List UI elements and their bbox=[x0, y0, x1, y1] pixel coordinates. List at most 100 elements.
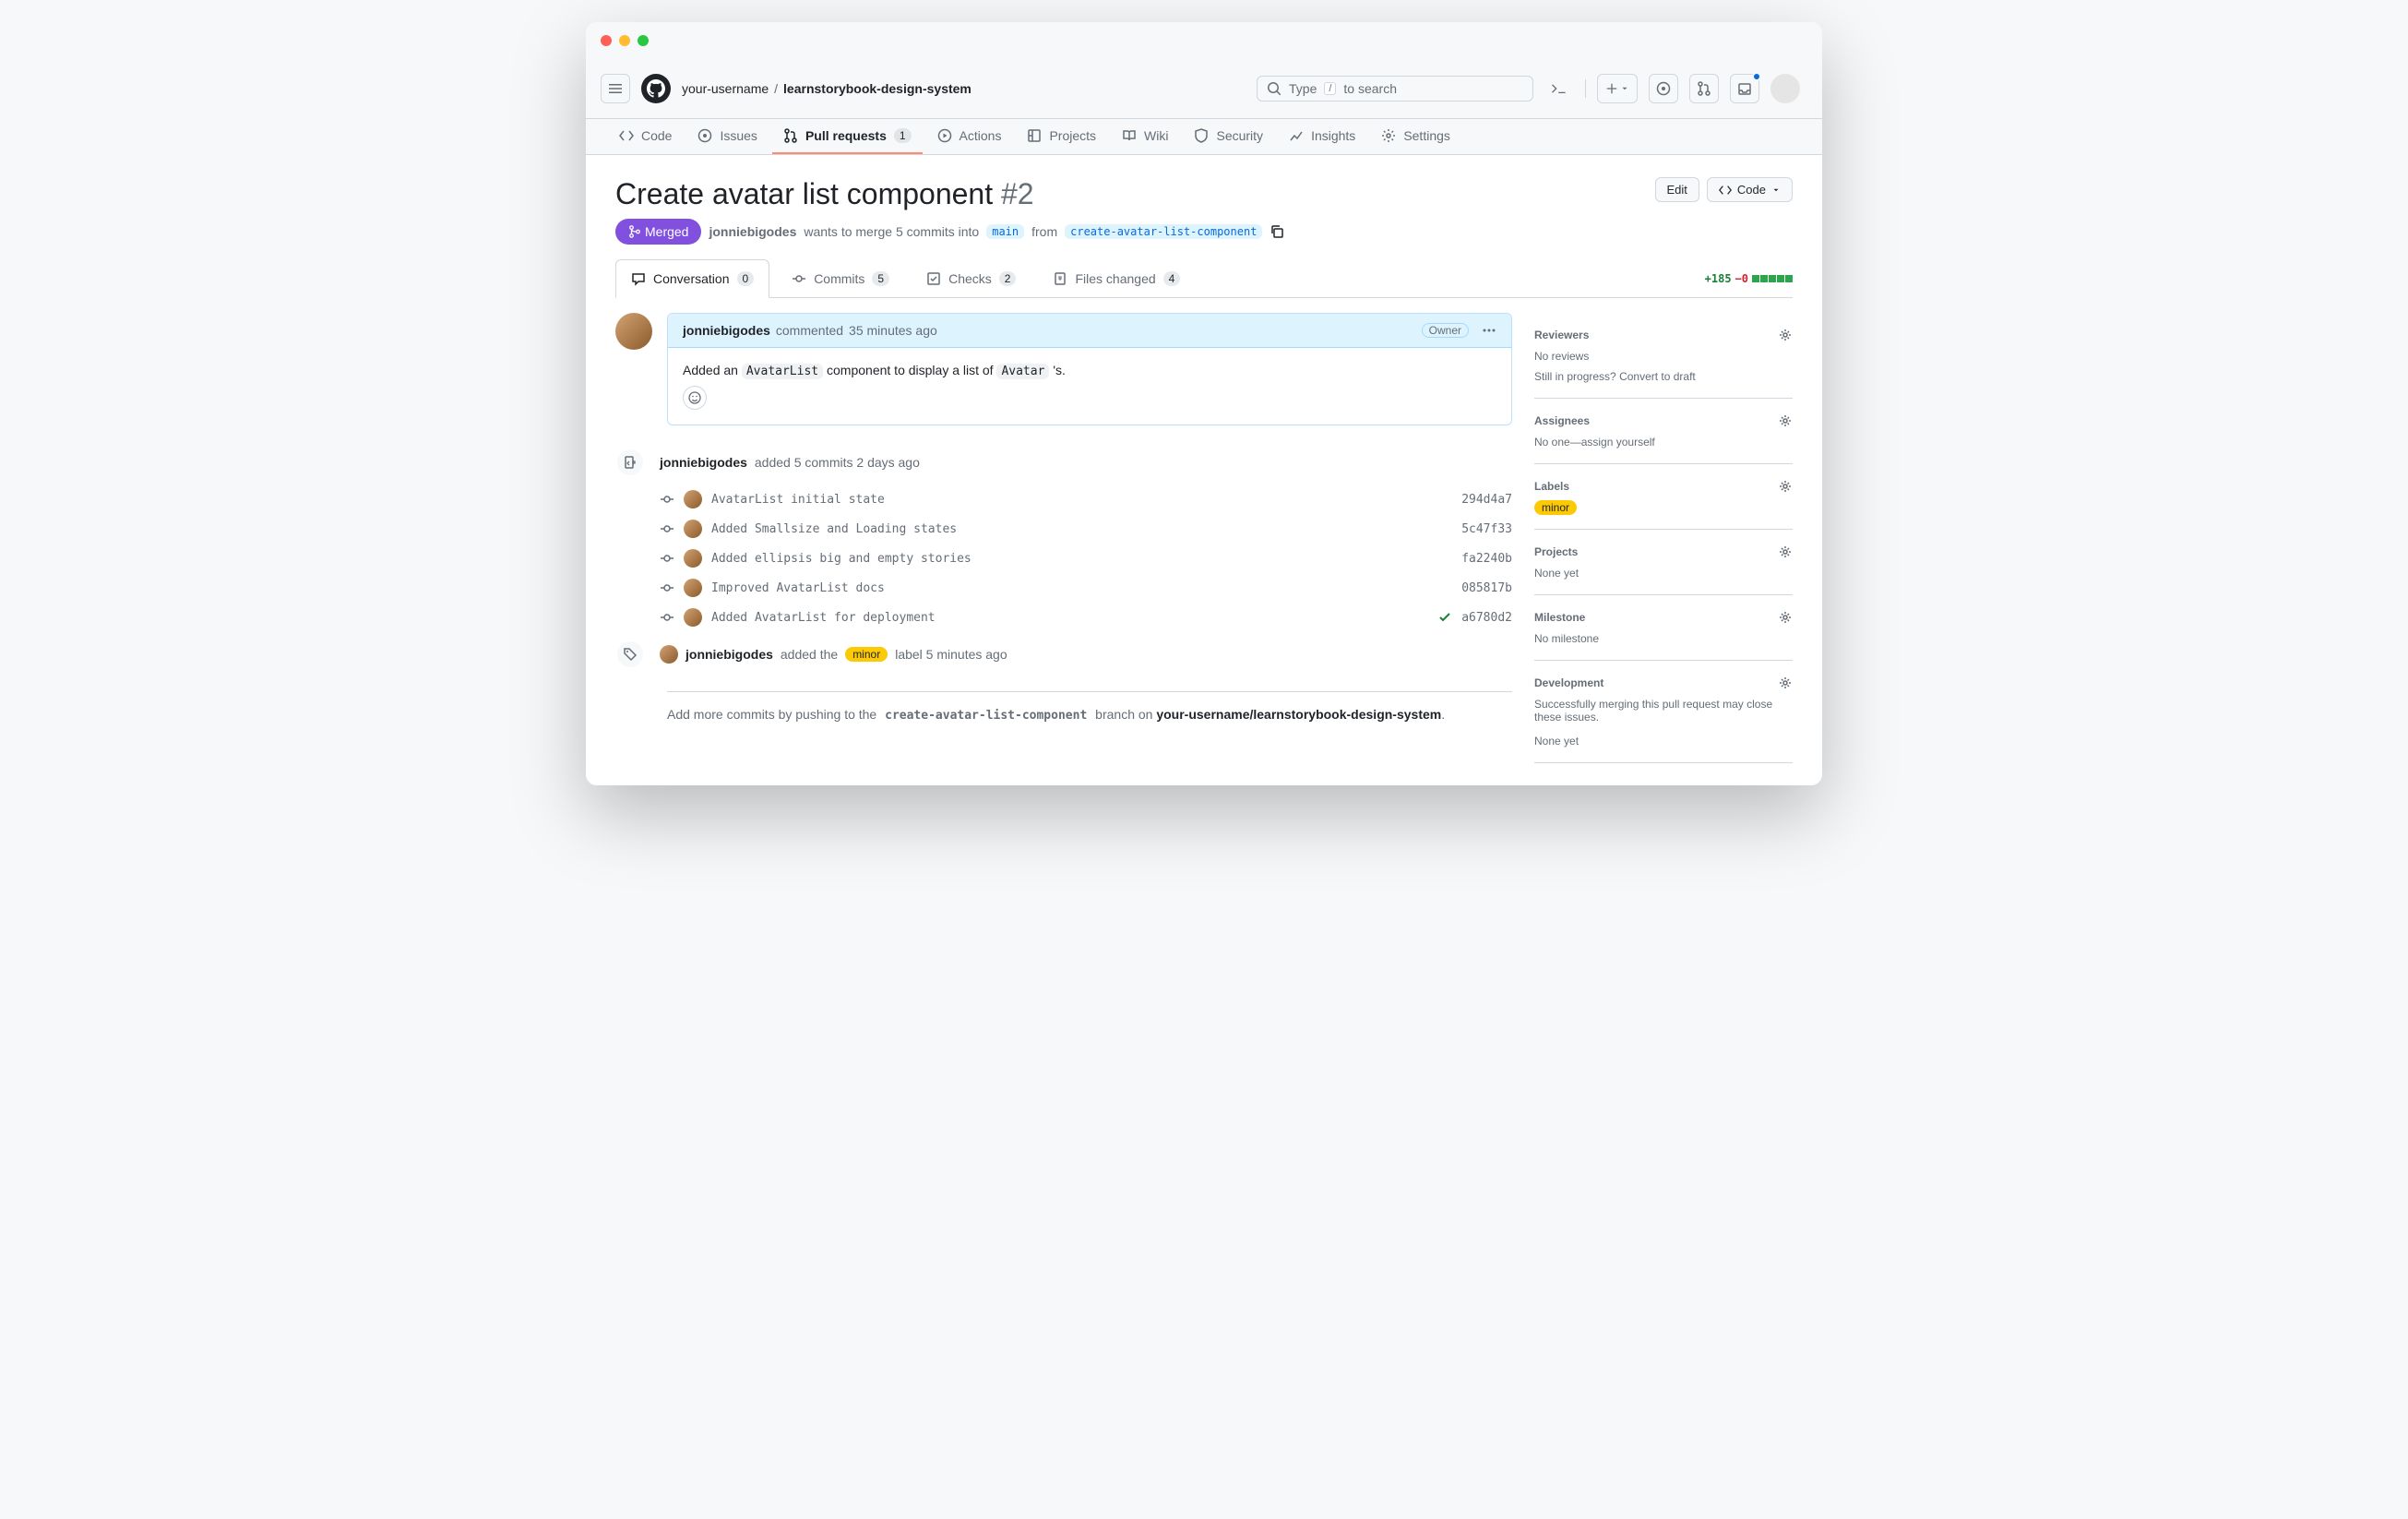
sidebar-title[interactable]: Projects bbox=[1534, 545, 1578, 558]
graph-icon bbox=[1289, 128, 1304, 143]
inline-code: AvatarList bbox=[742, 364, 823, 379]
sidebar-title[interactable]: Labels bbox=[1534, 480, 1569, 493]
issues-shortcut-button[interactable] bbox=[1649, 74, 1678, 103]
event-author[interactable]: jonniebigodes bbox=[660, 455, 747, 470]
comment-author[interactable]: jonniebigodes bbox=[683, 323, 770, 338]
project-icon bbox=[1027, 128, 1042, 143]
commit-sha[interactable]: a6780d2 bbox=[1461, 611, 1512, 625]
diffstat-deletions: −0 bbox=[1735, 272, 1748, 285]
commit-avatar[interactable] bbox=[684, 579, 702, 597]
commit-avatar[interactable] bbox=[684, 608, 702, 627]
label-pill[interactable]: minor bbox=[845, 647, 888, 662]
commit-message[interactable]: Added Smallsize and Loading states bbox=[711, 522, 1452, 536]
gear-icon[interactable] bbox=[1778, 328, 1793, 342]
pr-head-branch[interactable]: create-avatar-list-component bbox=[1065, 224, 1262, 239]
tab-pull-requests[interactable]: Pull requests 1 bbox=[772, 119, 923, 154]
commit-avatar[interactable] bbox=[684, 490, 702, 508]
sidebar-title[interactable]: Development bbox=[1534, 676, 1603, 689]
window-minimize-button[interactable] bbox=[619, 35, 630, 46]
code-dropdown-button[interactable]: Code bbox=[1707, 177, 1793, 202]
prtab-label: Checks bbox=[948, 271, 992, 286]
comment-menu-button[interactable] bbox=[1482, 323, 1496, 338]
tab-projects[interactable]: Projects bbox=[1016, 119, 1107, 154]
tab-label: Wiki bbox=[1144, 128, 1168, 143]
gear-icon[interactable] bbox=[1778, 676, 1793, 690]
tab-actions[interactable]: Actions bbox=[926, 119, 1013, 154]
chevron-down-icon bbox=[1771, 185, 1781, 195]
commit-message[interactable]: Added AvatarList for deployment bbox=[711, 611, 1428, 625]
tab-wiki[interactable]: Wiki bbox=[1111, 119, 1179, 154]
hamburger-menu-button[interactable] bbox=[601, 74, 630, 103]
label-event: jonniebigodes added the minor label 5 mi… bbox=[667, 632, 1512, 676]
commit-row: Improved AvatarList docs 085817b bbox=[660, 573, 1512, 603]
pr-base-branch[interactable]: main bbox=[986, 224, 1024, 239]
tab-label: Pull requests bbox=[805, 128, 887, 143]
breadcrumb-repo[interactable]: learnstorybook-design-system bbox=[783, 81, 972, 96]
search-icon bbox=[1267, 81, 1281, 96]
gear-icon[interactable] bbox=[1778, 413, 1793, 428]
commit-avatar[interactable] bbox=[684, 549, 702, 568]
tab-insights[interactable]: Insights bbox=[1278, 119, 1366, 154]
comment: jonniebigodes commented 35 minutes ago O… bbox=[667, 313, 1512, 425]
label-pill[interactable]: minor bbox=[1534, 500, 1577, 515]
github-logo[interactable] bbox=[641, 74, 671, 103]
pull-requests-shortcut-button[interactable] bbox=[1689, 74, 1719, 103]
play-icon bbox=[937, 128, 952, 143]
comment-timestamp[interactable]: 35 minutes ago bbox=[849, 323, 937, 338]
command-palette-button[interactable] bbox=[1544, 74, 1574, 103]
tab-label: Issues bbox=[720, 128, 757, 143]
prtab-count: 2 bbox=[999, 271, 1017, 286]
event-avatar[interactable] bbox=[660, 645, 678, 664]
gear-icon[interactable] bbox=[1778, 544, 1793, 559]
search-input[interactable]: Type / to search bbox=[1257, 76, 1533, 102]
prtab-commits[interactable]: Commits 5 bbox=[777, 259, 904, 297]
assign-yourself-link[interactable]: assign yourself bbox=[1581, 436, 1655, 449]
push-help: Add more commits by pushing to the creat… bbox=[667, 691, 1512, 723]
sidebar-title[interactable]: Assignees bbox=[1534, 414, 1590, 427]
pr-meta-text-1: wants to merge 5 commits into bbox=[804, 224, 979, 239]
commit-message[interactable]: Added ellipsis big and empty stories bbox=[711, 552, 1452, 566]
prtab-count: 5 bbox=[872, 271, 889, 286]
tab-issues[interactable]: Issues bbox=[686, 119, 768, 154]
shield-icon bbox=[1194, 128, 1209, 143]
commit-message[interactable]: AvatarList initial state bbox=[711, 493, 1452, 507]
tab-label: Code bbox=[641, 128, 672, 143]
owner-badge: Owner bbox=[1422, 323, 1469, 338]
pull-request-icon bbox=[783, 128, 798, 143]
window-close-button[interactable] bbox=[601, 35, 612, 46]
prtab-files[interactable]: Files changed 4 bbox=[1038, 259, 1195, 297]
breadcrumb-owner[interactable]: your-username bbox=[682, 81, 769, 96]
sidebar-title[interactable]: Reviewers bbox=[1534, 329, 1589, 341]
pr-author-link[interactable]: jonniebigodes bbox=[709, 224, 796, 239]
tab-code[interactable]: Code bbox=[608, 119, 683, 154]
sidebar-text: None yet bbox=[1534, 735, 1793, 748]
commit-row: AvatarList initial state 294d4a7 bbox=[660, 484, 1512, 514]
commit-sha[interactable]: 294d4a7 bbox=[1461, 493, 1512, 507]
add-reaction-button[interactable] bbox=[683, 386, 707, 410]
commenter-avatar[interactable] bbox=[615, 313, 652, 350]
window-maximize-button[interactable] bbox=[638, 35, 649, 46]
create-new-button[interactable] bbox=[1597, 74, 1638, 103]
sidebar-labels: Labels minor bbox=[1534, 464, 1793, 530]
help-text: . bbox=[1441, 707, 1445, 722]
sidebar-title[interactable]: Milestone bbox=[1534, 611, 1585, 624]
gear-icon[interactable] bbox=[1778, 479, 1793, 494]
gear-icon[interactable] bbox=[1778, 610, 1793, 625]
commit-sha[interactable]: 085817b bbox=[1461, 581, 1512, 595]
prtab-conversation[interactable]: Conversation 0 bbox=[615, 259, 769, 298]
copy-icon[interactable] bbox=[1270, 224, 1284, 239]
prtab-label: Conversation bbox=[653, 271, 730, 286]
commit-avatar[interactable] bbox=[684, 520, 702, 538]
commit-sha[interactable]: fa2240b bbox=[1461, 552, 1512, 566]
tab-settings[interactable]: Settings bbox=[1370, 119, 1461, 154]
convert-draft-link[interactable]: Convert to draft bbox=[1619, 370, 1696, 383]
event-author[interactable]: jonniebigodes bbox=[685, 647, 773, 662]
commit-message[interactable]: Improved AvatarList docs bbox=[711, 581, 1452, 595]
user-avatar-menu[interactable] bbox=[1770, 74, 1800, 103]
prtab-checks[interactable]: Checks 2 bbox=[912, 259, 1031, 297]
notifications-button[interactable] bbox=[1730, 74, 1759, 103]
commit-sha[interactable]: 5c47f33 bbox=[1461, 522, 1512, 536]
tab-security[interactable]: Security bbox=[1183, 119, 1274, 154]
edit-button[interactable]: Edit bbox=[1655, 177, 1699, 202]
diffstat-blocks bbox=[1752, 275, 1793, 282]
